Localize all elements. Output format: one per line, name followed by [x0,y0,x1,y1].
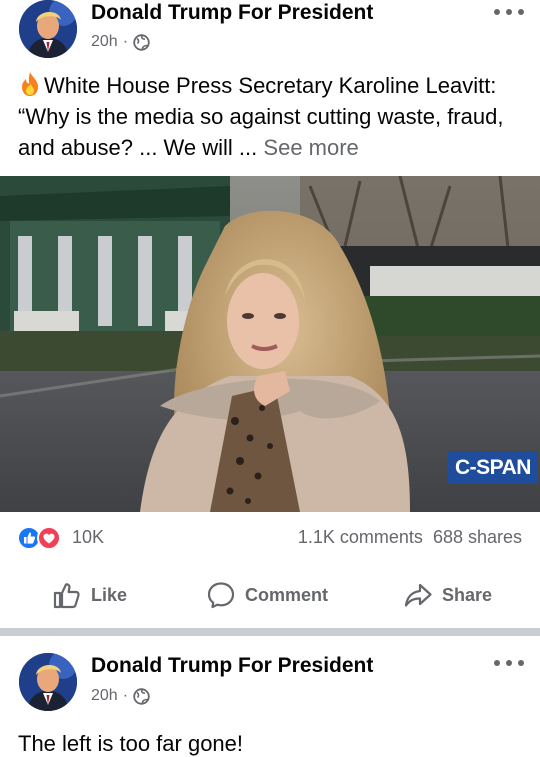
comment-label: Comment [245,584,329,605]
post-video[interactable]: C-SPAN [0,176,540,512]
comments-count[interactable]: 1.1K comments [298,527,423,547]
feed-post: Donald Trump For President 20h · The lef… [0,636,540,756]
feed-post: Donald Trump For President 20h · White H… [0,0,540,628]
fire-emoji-icon [18,71,42,97]
post-text: White House Press Secretary Karoline Lea… [18,70,523,163]
globe-icon [133,33,150,51]
post-time[interactable]: 20h [91,33,118,51]
post-actions: Like Comment Share [0,570,540,620]
page-avatar[interactable] [19,0,77,58]
share-button[interactable]: Share [403,580,492,610]
feed-divider [0,628,540,636]
like-icon [53,583,80,609]
post-text: The left is too far gone! [18,731,244,756]
page-name[interactable]: Donald Trump For President [91,1,373,25]
share-label: Share [442,584,493,605]
page-avatar[interactable] [19,653,77,711]
like-button[interactable]: Like [52,580,127,610]
see-more-link[interactable]: See more [263,135,358,160]
meta-separator: · [122,33,129,50]
share-icon [404,583,432,607]
cspan-watermark: C-SPAN [448,451,538,484]
meta-separator: · [122,687,129,704]
reaction-icons[interactable] [17,526,67,550]
reaction-count[interactable]: 10K [72,527,104,548]
post-meta: 20h · [91,33,150,51]
more-options-icon[interactable] [494,656,524,670]
comment-icon [207,582,235,609]
reactions-row: 10K 1.1K comments 688 shares [0,524,540,552]
post-body-text: White House Press Secretary Karoline Lea… [18,73,504,160]
page-name[interactable]: Donald Trump For President [91,654,373,678]
engagement-stats: 1.1K comments 688 shares [298,527,522,548]
post-time[interactable]: 20h [91,687,118,705]
like-label: Like [91,584,128,605]
shares-count[interactable]: 688 shares [433,527,522,547]
more-options-icon[interactable] [494,5,524,19]
comment-button[interactable]: Comment [206,580,328,610]
post-meta: 20h · [91,687,150,705]
globe-icon [133,687,150,705]
